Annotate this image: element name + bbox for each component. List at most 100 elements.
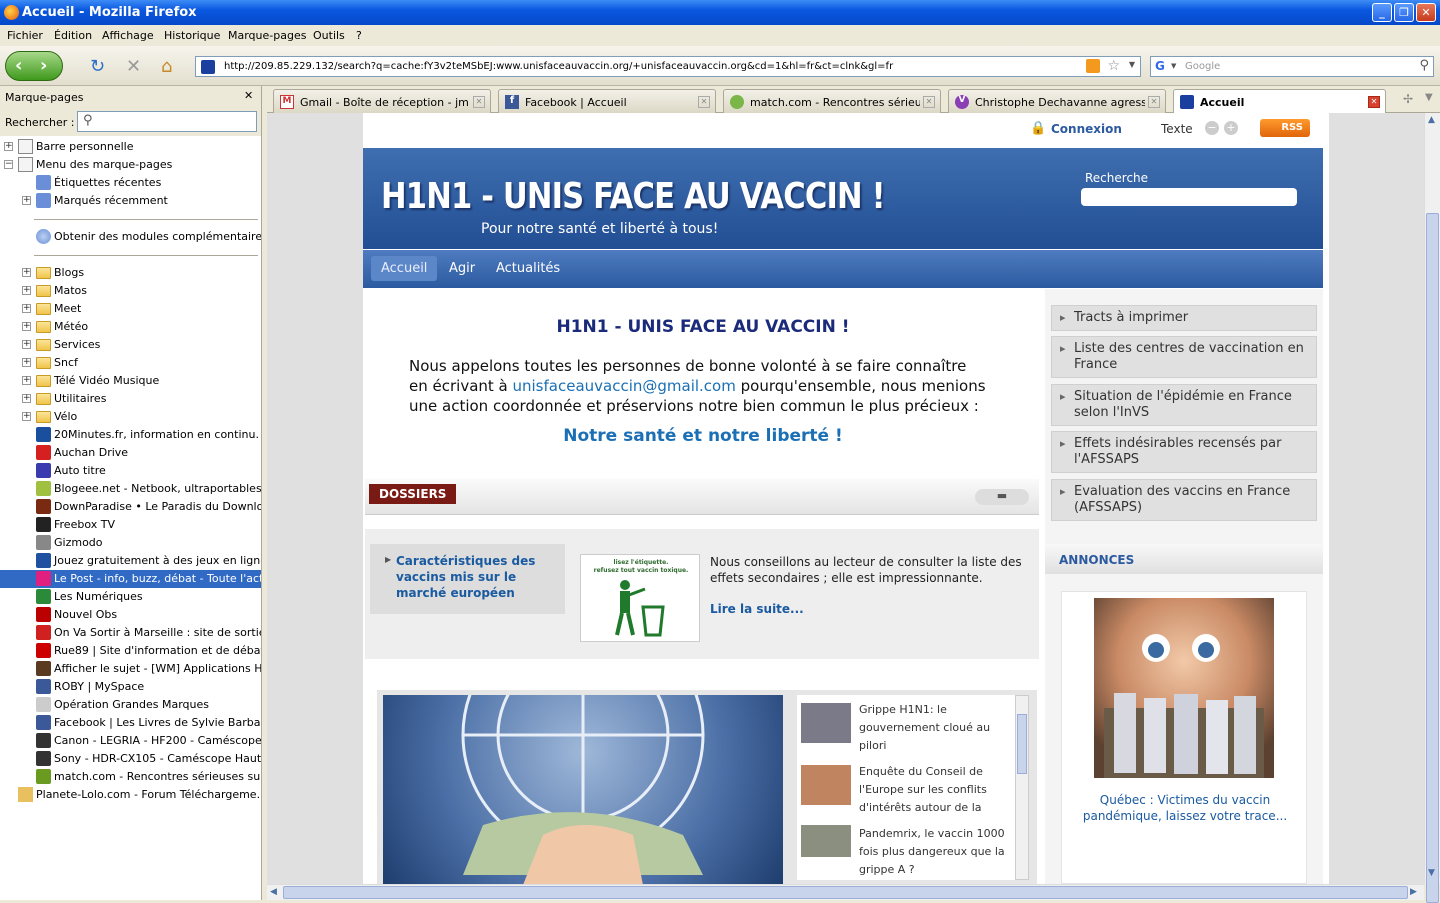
nav-agir[interactable]: Agir bbox=[449, 261, 475, 276]
tab-dechavanne[interactable]: V Christophe Dechavanne agressé ... ✕ bbox=[948, 89, 1166, 113]
news-thumb[interactable] bbox=[801, 703, 851, 743]
right-link[interactable]: Evaluation des vaccins en France (AFSSAP… bbox=[1051, 479, 1317, 521]
bookmark-item[interactable]: 20Minutes.fr, information en continu. Ac… bbox=[0, 426, 261, 444]
bookmark-item[interactable]: Nouvel Obs bbox=[0, 606, 261, 624]
bookmark-item[interactable]: + Blogs bbox=[0, 264, 261, 282]
minimize-button[interactable]: _ bbox=[1372, 3, 1392, 22]
scroll-right-icon[interactable]: ▶ bbox=[1410, 887, 1417, 897]
bookmark-item[interactable]: Afficher le sujet - [WM] Applications HT… bbox=[0, 660, 261, 678]
engine-dropdown-icon[interactable]: ▼ bbox=[1171, 62, 1176, 70]
annonce-image[interactable] bbox=[1094, 598, 1274, 778]
expand-icon[interactable]: + bbox=[22, 304, 31, 313]
right-link[interactable]: Situation de l'épidémie en France selon … bbox=[1051, 384, 1317, 426]
nav-actualites[interactable]: Actualités bbox=[496, 261, 560, 276]
bookmark-item[interactable]: Le Post - info, buzz, débat - Toute l'ac… bbox=[0, 570, 261, 588]
expand-icon[interactable]: + bbox=[22, 286, 31, 295]
tab-list-icon[interactable]: ▼ bbox=[1425, 92, 1433, 103]
bookmark-item[interactable]: On Va Sortir à Marseille : site de sorti… bbox=[0, 624, 261, 642]
email-link[interactable]: unisfaceauvaccin@gmail.com bbox=[513, 377, 736, 395]
google-icon[interactable]: G bbox=[1155, 59, 1165, 73]
search-icon[interactable]: ⚲ bbox=[1419, 58, 1429, 73]
tab-close-icon[interactable]: ✕ bbox=[698, 96, 710, 108]
news-image[interactable] bbox=[383, 695, 783, 884]
menu-affichage[interactable]: Affichage bbox=[102, 29, 154, 42]
expand-icon[interactable]: + bbox=[22, 412, 31, 421]
bookmark-item[interactable]: Étiquettes récentes bbox=[0, 174, 261, 192]
right-link[interactable]: Effets indésirables recensés par l'AFSSA… bbox=[1051, 431, 1317, 473]
bookmark-item[interactable]: Auto titre bbox=[0, 462, 261, 480]
back-forward-buttons[interactable]: ‹ › bbox=[5, 51, 63, 81]
bookmark-item[interactable]: Jouez gratuitement à des jeux en ligne s… bbox=[0, 552, 261, 570]
tab-facebook[interactable]: f Facebook | Accueil ✕ bbox=[498, 89, 716, 113]
collapse-button[interactable]: ▬ bbox=[975, 489, 1029, 505]
url-text[interactable]: http://209.85.229.132/search?q=cache:fY3… bbox=[224, 61, 893, 72]
annonce-caption[interactable]: Québec : Victimes du vaccin pandémique, … bbox=[1068, 792, 1302, 824]
bookmark-item[interactable]: match.com - Rencontres sérieuses sur in.… bbox=[0, 768, 261, 786]
new-tab-icon[interactable]: ✢ bbox=[1403, 92, 1413, 106]
bookmark-item[interactable]: + Utilitaires bbox=[0, 390, 261, 408]
expand-icon[interactable]: + bbox=[4, 142, 13, 151]
tab-accueil[interactable]: Accueil ✕ bbox=[1173, 89, 1386, 114]
bookmark-item[interactable]: Facebook | Les Livres de Sylvie Barbarou… bbox=[0, 714, 261, 732]
expand-icon[interactable]: + bbox=[22, 376, 31, 385]
sidebar-close-icon[interactable]: ✕ bbox=[244, 89, 253, 102]
tab-match[interactable]: match.com - Rencontres sérieuse... ✕ bbox=[723, 89, 941, 113]
menu-historique[interactable]: Historique bbox=[164, 29, 220, 42]
bookmark-item[interactable]: Obtenir des modules complémentaires bbox=[0, 228, 261, 246]
news-thumb[interactable] bbox=[801, 825, 851, 857]
bookmark-item[interactable]: + Barre personnelle bbox=[0, 138, 261, 156]
bookmark-item[interactable]: + Matos bbox=[0, 282, 261, 300]
bookmark-item[interactable]: − Menu des marque-pages bbox=[0, 156, 261, 174]
nav-accueil[interactable]: Accueil bbox=[371, 256, 438, 281]
bookmark-item[interactable]: Les Numériques bbox=[0, 588, 261, 606]
bookmark-item[interactable]: Rue89 | Site d'information et de débat s… bbox=[0, 642, 261, 660]
news-scroll-thumb[interactable] bbox=[1017, 714, 1027, 774]
text-increase-icon[interactable]: + bbox=[1224, 121, 1238, 135]
news-item[interactable]: Grippe H1N1: le gouvernement cloué au pi… bbox=[859, 701, 1011, 755]
bookmark-item[interactable]: Auchan Drive bbox=[0, 444, 261, 462]
bookmark-item[interactable]: + Vélo bbox=[0, 408, 261, 426]
back-arrow-icon[interactable]: ‹ bbox=[15, 55, 22, 76]
bookmark-item[interactable]: Freebox TV bbox=[0, 516, 261, 534]
news-scrollbar[interactable] bbox=[1015, 695, 1029, 880]
bookmark-item[interactable]: ROBY | MySpace bbox=[0, 678, 261, 696]
tab-close-icon[interactable]: ✕ bbox=[1148, 96, 1160, 108]
home-icon[interactable]: ⌂ bbox=[161, 56, 172, 77]
menu-fichier[interactable]: Fichier bbox=[7, 29, 43, 42]
right-link[interactable]: Liste des centres de vaccination en Fran… bbox=[1051, 336, 1317, 378]
connexion-link[interactable]: Connexion bbox=[1051, 122, 1122, 136]
expand-icon[interactable]: + bbox=[22, 340, 31, 349]
menu-outils[interactable]: Outils bbox=[313, 29, 345, 42]
bookmark-item[interactable]: + Marqués récemment bbox=[0, 192, 261, 210]
hscroll-thumb[interactable] bbox=[283, 886, 1408, 899]
dossier-link[interactable]: Caractéristiques des vaccins mis sur le … bbox=[396, 553, 556, 601]
menu-help[interactable]: ? bbox=[356, 29, 362, 42]
search-placeholder[interactable]: Google bbox=[1185, 61, 1220, 72]
url-dropdown-icon[interactable]: ▼ bbox=[1129, 60, 1135, 69]
menu-edition[interactable]: Édition bbox=[54, 29, 92, 42]
expand-icon[interactable]: + bbox=[22, 196, 31, 205]
maximize-button[interactable]: ❐ bbox=[1394, 3, 1414, 22]
expand-icon[interactable]: + bbox=[22, 358, 31, 367]
menu-marque-pages[interactable]: Marque-pages bbox=[228, 29, 306, 42]
search-bar[interactable]: G ▼ Google ⚲ bbox=[1150, 56, 1434, 77]
bookmark-item[interactable]: Canon - LEGRIA - HF200 - Caméscope n... bbox=[0, 732, 261, 750]
address-bar[interactable]: http://209.85.229.132/search?q=cache:fY3… bbox=[195, 56, 1141, 77]
right-link[interactable]: Tracts à imprimer bbox=[1051, 305, 1317, 331]
expand-icon[interactable]: + bbox=[22, 268, 31, 277]
close-window-button[interactable]: ✕ bbox=[1416, 3, 1436, 22]
bookmark-item[interactable]: + Meet bbox=[0, 300, 261, 318]
news-item[interactable]: Pandemrix, le vaccin 1000 fois plus dang… bbox=[859, 825, 1011, 879]
scroll-down-icon[interactable]: ▼ bbox=[1428, 868, 1435, 878]
collapse-icon[interactable]: − bbox=[4, 160, 13, 169]
bookmark-item[interactable]: + Services bbox=[0, 336, 261, 354]
vertical-scrollbar[interactable]: ▲ ▼ bbox=[1424, 113, 1440, 903]
text-decrease-icon[interactable]: − bbox=[1205, 121, 1219, 135]
scroll-left-icon[interactable]: ◀ bbox=[270, 887, 277, 897]
bookmark-item[interactable]: Gizmodo bbox=[0, 534, 261, 552]
bookmark-item[interactable]: Planete-Lolo.com - Forum Téléchargeme... bbox=[0, 786, 261, 804]
stop-icon[interactable]: ✕ bbox=[126, 56, 141, 77]
search-icon[interactable]: ⚲ bbox=[83, 113, 253, 128]
sidebar-search-input[interactable]: ⚲ bbox=[77, 111, 257, 132]
expand-icon[interactable]: + bbox=[22, 322, 31, 331]
